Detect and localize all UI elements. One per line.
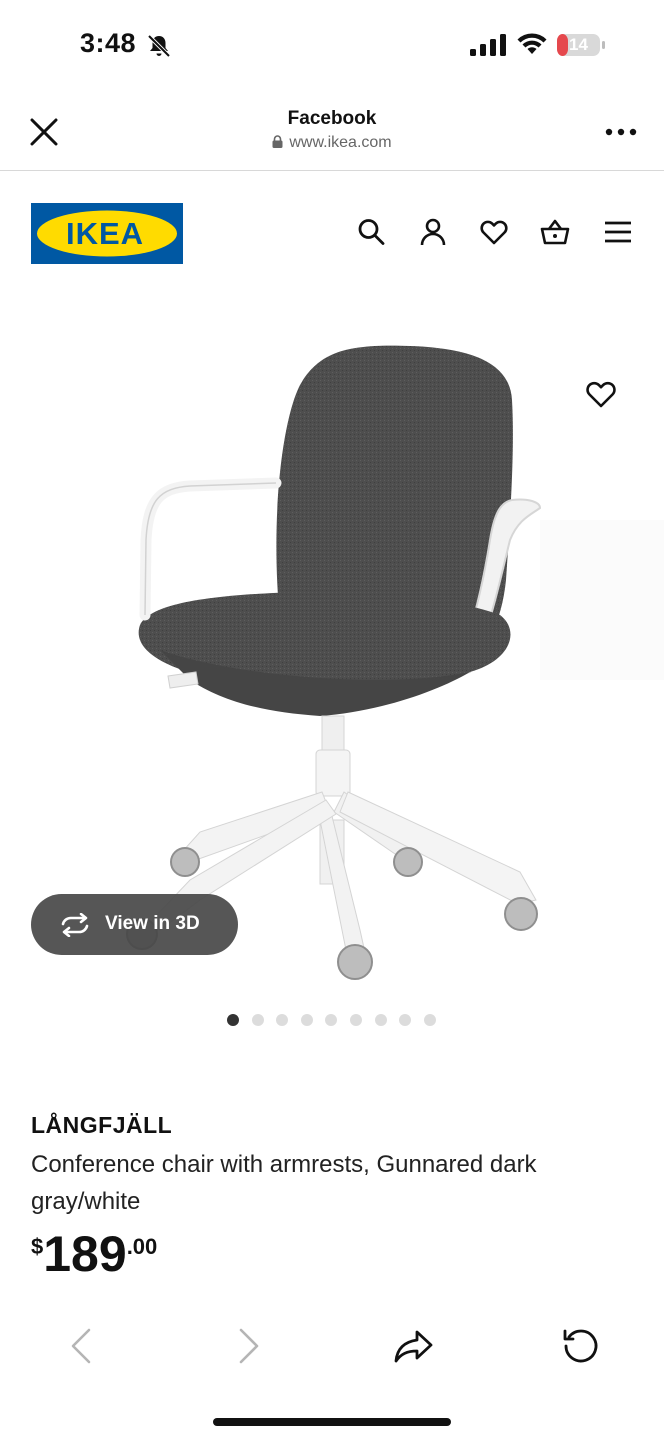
header-divider <box>0 170 664 171</box>
silent-bell-icon <box>147 34 171 58</box>
add-to-favorites-icon[interactable] <box>584 378 618 410</box>
pagination-dot[interactable] <box>350 1014 362 1026</box>
back-icon[interactable] <box>62 1326 102 1366</box>
ikea-logo[interactable]: IKEA <box>31 203 183 264</box>
wifi-icon <box>517 33 547 54</box>
rotate-3d-icon <box>61 913 89 937</box>
share-icon[interactable] <box>394 1326 434 1366</box>
more-options-icon[interactable] <box>604 126 638 138</box>
battery-indicator: 14 <box>556 33 606 57</box>
url-text: www.ikea.com <box>289 134 392 151</box>
pagination-dot[interactable] <box>399 1014 412 1026</box>
view-in-3d-button[interactable]: View in 3D <box>31 894 238 955</box>
cellular-signal-icon <box>470 34 506 56</box>
product-price: $189.00 <box>31 1228 157 1280</box>
pagination-dot[interactable] <box>251 1014 264 1026</box>
url-display[interactable]: www.ikea.com <box>0 134 664 152</box>
search-icon[interactable] <box>356 216 386 248</box>
pagination-dot[interactable] <box>374 1014 387 1026</box>
account-icon[interactable] <box>418 216 448 248</box>
pagination-dot[interactable] <box>325 1014 338 1026</box>
logo-text: IKEA <box>66 216 144 251</box>
lock-icon <box>272 135 283 148</box>
ikea-logo-mark: IKEA <box>31 203 183 264</box>
price-currency: $ <box>31 1234 44 1259</box>
pagination-dot[interactable] <box>423 1014 436 1026</box>
image-pagination <box>227 1014 447 1026</box>
product-description: Conference chair with armrests, Gunnared… <box>31 1151 537 1215</box>
browser-title: Facebook <box>287 108 377 129</box>
pagination-dot[interactable] <box>227 1014 239 1026</box>
status-time: 3:48 <box>80 28 137 58</box>
price-integer: 189 <box>43 1226 127 1282</box>
home-indicator[interactable] <box>213 1418 451 1426</box>
price-decimal: .00 <box>126 1234 158 1259</box>
basket-icon[interactable] <box>540 216 570 248</box>
pagination-dot[interactable] <box>276 1014 289 1026</box>
product-name: LÅNGFJÄLL <box>31 1112 173 1138</box>
battery-level: 14 <box>569 35 588 54</box>
heart-icon[interactable] <box>479 216 509 248</box>
menu-icon[interactable] <box>603 216 633 248</box>
view-in-3d-label: View in 3D <box>105 913 200 934</box>
pagination-dot[interactable] <box>300 1014 313 1026</box>
forward-icon[interactable] <box>228 1326 268 1366</box>
reload-icon[interactable] <box>560 1326 600 1366</box>
